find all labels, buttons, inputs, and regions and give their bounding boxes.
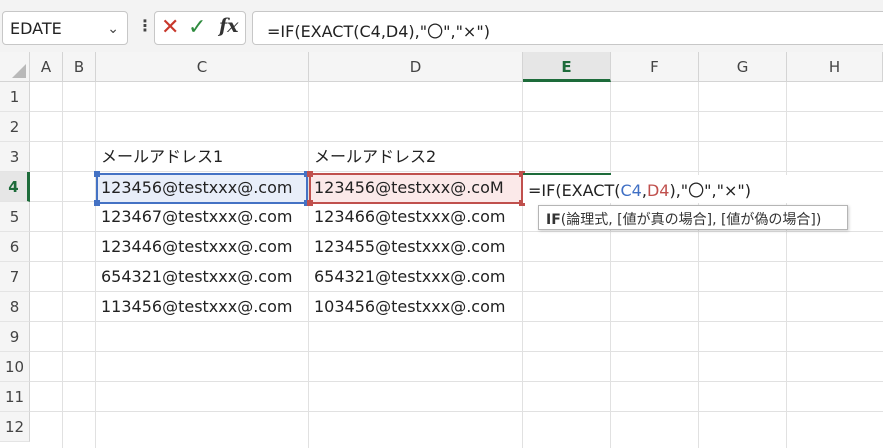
tooltip-text: IF(論理式, [値が真の場合], [値が偽の場合]) (546, 209, 821, 229)
row-header-9[interactable]: 9 (0, 322, 30, 352)
cell-d6[interactable]: 123455@testxxx@.com (314, 232, 505, 262)
formula-bar: EDATE ⌄ ⋮ ✕ ✓ fx =IF(EXACT(C4,D4),"〇","×… (0, 0, 883, 52)
column-header-a[interactable]: A (30, 52, 63, 82)
cancel-icon[interactable]: ✕ (161, 15, 179, 40)
gridline (786, 82, 787, 448)
name-box-value: EDATE (10, 19, 62, 38)
gridline (62, 82, 63, 448)
row-header-11[interactable]: 11 (0, 382, 30, 412)
cell-c6[interactable]: 123446@testxxx@.com (101, 232, 292, 262)
edit-ref-c4: C4 (620, 181, 642, 200)
edit-func: =IF(EXACT( (528, 181, 621, 200)
formula-buttons: ✕ ✓ fx (154, 11, 246, 45)
select-all-icon (12, 64, 26, 78)
row-header-8[interactable]: 8 (0, 292, 30, 322)
cell-c3[interactable]: メールアドレス1 (101, 142, 223, 172)
column-header-f[interactable]: F (611, 52, 699, 82)
gridline (610, 82, 611, 448)
gridline (30, 411, 883, 412)
tooltip-args: (論理式, [値が真の場合], [値が偽の場合]) (560, 212, 822, 228)
column-header-g[interactable]: G (699, 52, 787, 82)
cell-d8[interactable]: 103456@testxxx@.com (314, 292, 505, 322)
row-header-4[interactable]: 4 (0, 172, 30, 202)
resize-handle[interactable] (307, 200, 313, 206)
cell-d7[interactable]: 654321@testxxx@.com (314, 262, 505, 292)
gridline (95, 82, 96, 448)
column-header-h[interactable]: H (787, 52, 883, 82)
insert-function-icon[interactable]: fx (219, 15, 239, 37)
gridline (522, 82, 523, 448)
cell-d3[interactable]: メールアドレス2 (314, 142, 436, 172)
cell-edit-e4[interactable]: =IF(EXACT(C4,D4),"〇","×") (523, 175, 883, 203)
gridline (308, 82, 309, 448)
row-header-12[interactable]: 12 (0, 412, 30, 442)
gridline (698, 82, 699, 448)
chevron-down-icon[interactable]: ⌄ (107, 21, 119, 37)
gridline (30, 111, 883, 112)
row-header-3[interactable]: 3 (0, 142, 30, 172)
more-options-icon[interactable]: ⋮ (137, 16, 153, 35)
cell-d4[interactable]: 123456@testxxx@.coM (314, 173, 504, 203)
column-header-c[interactable]: C (96, 52, 309, 82)
formula-input[interactable]: =IF(EXACT(C4,D4),"〇","×") (252, 11, 883, 45)
column-header-b[interactable]: B (63, 52, 96, 82)
enter-check-icon[interactable]: ✓ (188, 15, 206, 40)
row-header-10[interactable]: 10 (0, 352, 30, 382)
edit-rest: ),"〇","×") (669, 181, 751, 200)
resize-handle[interactable] (94, 200, 100, 206)
gridline (30, 351, 883, 352)
row-header-5[interactable]: 5 (0, 202, 30, 232)
cell-c8[interactable]: 113456@testxxx@.com (101, 292, 292, 322)
tooltip-function-name[interactable]: IF (546, 212, 561, 228)
row-header-6[interactable]: 6 (0, 232, 30, 262)
row-header-7[interactable]: 7 (0, 262, 30, 292)
cell-edit-text: =IF(EXACT(C4,D4),"〇","×") (528, 177, 751, 201)
gridline (30, 381, 883, 382)
function-tooltip: IF(論理式, [値が真の場合], [値が偽の場合]) (538, 205, 848, 230)
resize-handle[interactable] (307, 171, 313, 177)
select-all-corner[interactable] (0, 52, 30, 82)
formula-text: =IF(EXACT(C4,D4),"〇","×") (267, 22, 490, 41)
row-header-2[interactable]: 2 (0, 112, 30, 142)
resize-handle[interactable] (94, 171, 100, 177)
column-header-e[interactable]: E (523, 52, 611, 82)
column-header-d[interactable]: D (309, 52, 523, 82)
edit-ref-d4: D4 (646, 181, 670, 200)
cell-c4[interactable]: 123456@testxxx@.com (101, 173, 292, 203)
cell-d5[interactable]: 123466@testxxx@.com (314, 202, 505, 232)
cell-c7[interactable]: 654321@testxxx@.com (101, 262, 292, 292)
cell-c5[interactable]: 123467@testxxx@.com (101, 202, 292, 232)
row-header-1[interactable]: 1 (0, 82, 30, 112)
name-box[interactable]: EDATE ⌄ (2, 11, 128, 45)
